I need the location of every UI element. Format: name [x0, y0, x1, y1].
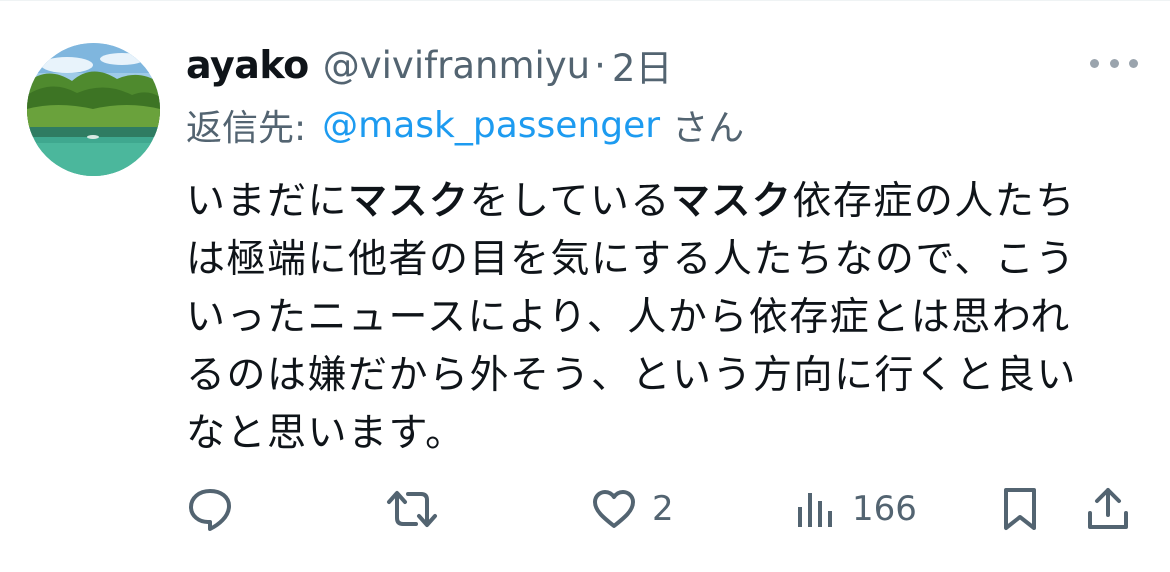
reply-suffix: さん — [672, 108, 745, 149]
tweet-text-line: は極端に他者の目を気にする人たちなので、こう — [186, 237, 1076, 282]
tweet-text: いまだにマスクをしているマスク依存症の人たち は極端に他者の目を気にする人たちな… — [186, 173, 1116, 463]
tweet-text-line: るのは嫌だから外そう、という方向に行くと良い — [186, 353, 1078, 398]
reply-mention-link[interactable]: @mask_passenger — [322, 105, 660, 146]
bookmark-icon — [1004, 488, 1036, 530]
share-button[interactable] — [1084, 483, 1132, 535]
user-handle[interactable]: @vivifranmiyu — [323, 44, 590, 87]
action-bar: 2 166 — [186, 483, 1146, 535]
views-button[interactable]: 166 — [794, 483, 917, 535]
reply-icon — [189, 489, 231, 531]
reply-button[interactable] — [186, 483, 234, 535]
retweet-icon — [387, 491, 437, 527]
timestamp[interactable]: 2日 — [612, 38, 673, 92]
views-count: 166 — [852, 489, 917, 529]
tweet-text-line: いったニュースにより、人から依存症とは思われ — [186, 295, 1071, 340]
separator: · — [594, 43, 606, 87]
share-icon — [1088, 488, 1128, 529]
reply-to-label: 返信先: — [186, 108, 307, 149]
views-icon — [798, 493, 832, 527]
tweet-header: ayako @vivifranmiyu · 2日 — [186, 39, 672, 91]
heart-icon — [593, 490, 635, 528]
reply-to-line: 返信先: @mask_passenger さん — [186, 99, 744, 151]
retweet-button[interactable] — [386, 483, 438, 535]
like-button[interactable]: 2 — [590, 483, 674, 535]
avatar-image — [27, 43, 160, 176]
bookmark-button[interactable] — [998, 483, 1042, 535]
tweet[interactable]: ayako @vivifranmiyu · 2日 返信先: @mask_pass… — [0, 0, 1170, 572]
like-count: 2 — [652, 489, 674, 529]
avatar[interactable] — [27, 43, 160, 176]
tweet-text-line: いまだにマスクをしているマスク依存症の人たち — [186, 179, 1076, 224]
display-name[interactable]: ayako — [186, 43, 309, 87]
more-options-icon[interactable] — [1090, 51, 1138, 75]
tweet-text-line: なと思います。 — [186, 411, 466, 456]
